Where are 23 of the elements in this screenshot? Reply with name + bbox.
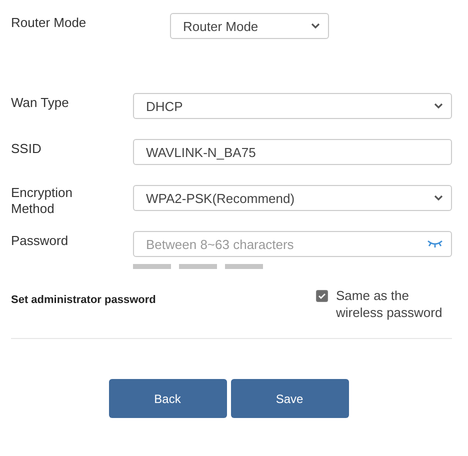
save-button[interactable]: Save xyxy=(230,379,348,418)
password-field[interactable]: Between 8~63 characters xyxy=(133,231,452,257)
field-label: Encryption Method xyxy=(11,185,74,218)
select-field[interactable]: Router Mode xyxy=(170,13,329,39)
chevron-down-icon xyxy=(434,103,443,109)
field-label: Wan Type xyxy=(11,94,70,112)
checkbox-label: Same as the wireless password xyxy=(336,287,444,321)
select-field[interactable]: WPA2-PSK(Recommend) xyxy=(133,185,452,211)
strength-bar xyxy=(133,264,171,269)
select-field[interactable]: DHCP xyxy=(133,93,452,119)
section-label: Set administrator password xyxy=(11,293,156,308)
back-button[interactable]: Back xyxy=(108,379,226,418)
chevron-down-icon xyxy=(434,195,443,201)
check-icon xyxy=(318,293,326,299)
strength-bar xyxy=(179,264,217,269)
strength-bar xyxy=(225,264,263,269)
input-field[interactable]: WAVLINK-N_BA75 xyxy=(133,139,452,165)
closed-eye-icon[interactable] xyxy=(427,240,443,248)
field-label: SSID xyxy=(11,140,42,158)
field-label: Router Mode xyxy=(11,14,88,32)
checkbox[interactable] xyxy=(316,290,328,302)
chevron-down-icon xyxy=(311,23,320,29)
field-label: Password xyxy=(11,232,70,250)
